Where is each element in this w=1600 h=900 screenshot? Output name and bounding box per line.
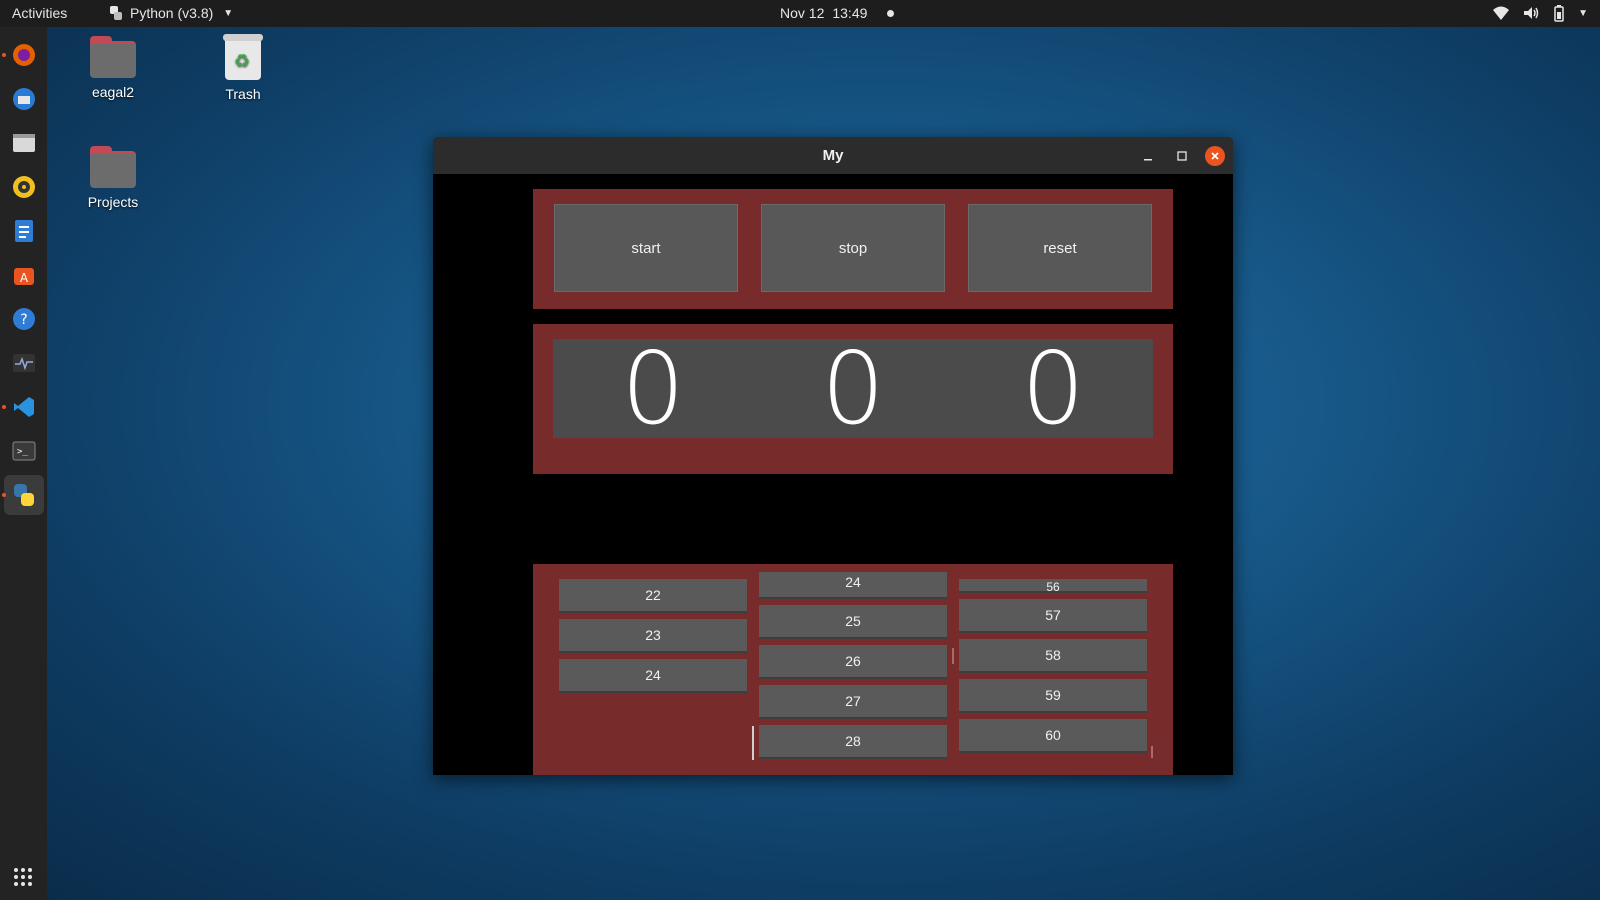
window-titlebar[interactable]: My	[433, 137, 1233, 174]
dock-files[interactable]	[4, 123, 44, 163]
files-icon	[13, 134, 35, 152]
home-folder-icon	[90, 36, 136, 78]
rhythmbox-icon	[13, 176, 35, 198]
notification-dot-icon	[887, 9, 895, 17]
list-item[interactable]: 26	[759, 645, 947, 679]
stop-button[interactable]: stop	[761, 204, 945, 292]
app-menu-label: Python (v3.8)	[130, 5, 214, 21]
list-item[interactable]: 27	[759, 685, 947, 719]
dock: A ? >_	[0, 27, 47, 900]
seconds-display: 0	[1021, 330, 1085, 447]
dock-help[interactable]: ?	[4, 299, 44, 339]
help-icon: ?	[13, 308, 35, 330]
scrollbar[interactable]	[1151, 746, 1153, 758]
dock-system-monitor[interactable]	[4, 343, 44, 383]
start-button[interactable]: start	[554, 204, 738, 292]
battery-icon	[1554, 5, 1564, 22]
hours-display: 0	[621, 330, 685, 447]
minutes-list[interactable]: 24 25 26 27 28	[759, 572, 947, 765]
volume-icon	[1524, 7, 1539, 19]
desktop-icon-label: Trash	[225, 86, 261, 102]
desktop-icon-label: Projects	[87, 194, 139, 210]
list-item[interactable]: 58	[959, 639, 1147, 673]
close-button[interactable]	[1200, 137, 1230, 174]
dock-thunderbird[interactable]	[4, 79, 44, 119]
dock-software[interactable]: A	[4, 255, 44, 295]
svg-text:>_: >_	[17, 447, 28, 457]
dock-terminal[interactable]: >_	[4, 431, 44, 471]
hours-list[interactable]: 22 23 24	[559, 579, 747, 699]
desktop-icon-trash[interactable]: ♻ Trash	[193, 34, 293, 102]
scrollbar[interactable]	[752, 726, 754, 760]
maximize-button[interactable]	[1167, 137, 1197, 174]
clock-time: 13:49	[832, 5, 868, 21]
app-window: My start stop reset 0 0 0 22 23 24 24 25…	[433, 137, 1233, 775]
dock-firefox[interactable]	[2, 35, 44, 75]
minimize-button[interactable]	[1133, 137, 1163, 174]
running-indicator-icon	[2, 405, 6, 409]
svg-text:?: ?	[20, 312, 27, 328]
list-item[interactable]: 60	[959, 719, 1147, 753]
list-item[interactable]: 23	[559, 619, 747, 653]
clock-date: Nov 12	[780, 5, 825, 21]
folder-icon	[90, 146, 136, 188]
list-item[interactable]: 56	[959, 579, 1147, 593]
scrollbar[interactable]	[952, 648, 954, 664]
document-icon	[15, 220, 33, 242]
system-menu-chevron-icon: ▼	[1578, 7, 1588, 19]
top-bar: Activities Python (v3.8) ▼ Nov 12 13:49 …	[0, 0, 1600, 27]
list-item[interactable]: 59	[959, 679, 1147, 713]
desktop-icon-label: eagal2	[91, 84, 135, 100]
list-item[interactable]: 57	[959, 599, 1147, 633]
picker-panel: 22 23 24 24 25 26 27 28 56 57 58 59 60	[533, 564, 1173, 775]
activities-button[interactable]: Activities	[12, 5, 67, 21]
list-item[interactable]: 22	[559, 579, 747, 613]
firefox-icon	[13, 44, 35, 66]
dock-python[interactable]	[2, 475, 44, 515]
dock-rhythmbox[interactable]	[4, 167, 44, 207]
window-title: My	[822, 147, 844, 164]
maximize-icon	[1177, 150, 1187, 161]
python-icon	[110, 6, 122, 20]
software-store-icon: A	[14, 268, 34, 285]
time-display-panel: 0 0 0	[533, 324, 1173, 474]
system-tray[interactable]: ▼	[1492, 4, 1588, 22]
list-item[interactable]: 28	[759, 725, 947, 759]
svg-text:A: A	[20, 271, 29, 285]
running-indicator-icon	[2, 53, 6, 57]
dock-vscode[interactable]	[2, 387, 44, 427]
time-display: 0 0 0	[553, 330, 1153, 447]
terminal-icon: >_	[12, 441, 36, 461]
wifi-icon	[1493, 6, 1510, 20]
vscode-icon	[14, 397, 34, 417]
list-item[interactable]: 25	[759, 605, 947, 639]
desktop-icon-projects[interactable]: Projects	[63, 146, 163, 210]
reset-button[interactable]: reset	[968, 204, 1152, 292]
python-logo-icon	[14, 484, 34, 506]
system-monitor-icon	[13, 354, 35, 372]
running-indicator-icon	[2, 493, 6, 497]
dock-writer[interactable]	[4, 211, 44, 251]
trash-icon: ♻	[223, 34, 263, 80]
seconds-list[interactable]: 56 57 58 59 60	[959, 564, 1147, 759]
minutes-display: 0	[821, 330, 885, 447]
list-item[interactable]: 24	[559, 659, 747, 693]
close-icon	[1211, 151, 1219, 160]
chevron-down-icon: ▼	[223, 7, 234, 19]
controls-panel: start stop reset	[533, 189, 1173, 309]
minimize-icon	[1144, 158, 1152, 160]
thunderbird-icon	[13, 88, 35, 110]
clock[interactable]: Nov 12 13:49	[780, 5, 895, 21]
app-menu[interactable]: Python (v3.8) ▼	[108, 5, 233, 21]
list-item[interactable]: 24	[759, 572, 947, 599]
show-applications-icon[interactable]	[14, 868, 32, 886]
desktop-icon-home[interactable]: eagal2	[63, 36, 163, 100]
